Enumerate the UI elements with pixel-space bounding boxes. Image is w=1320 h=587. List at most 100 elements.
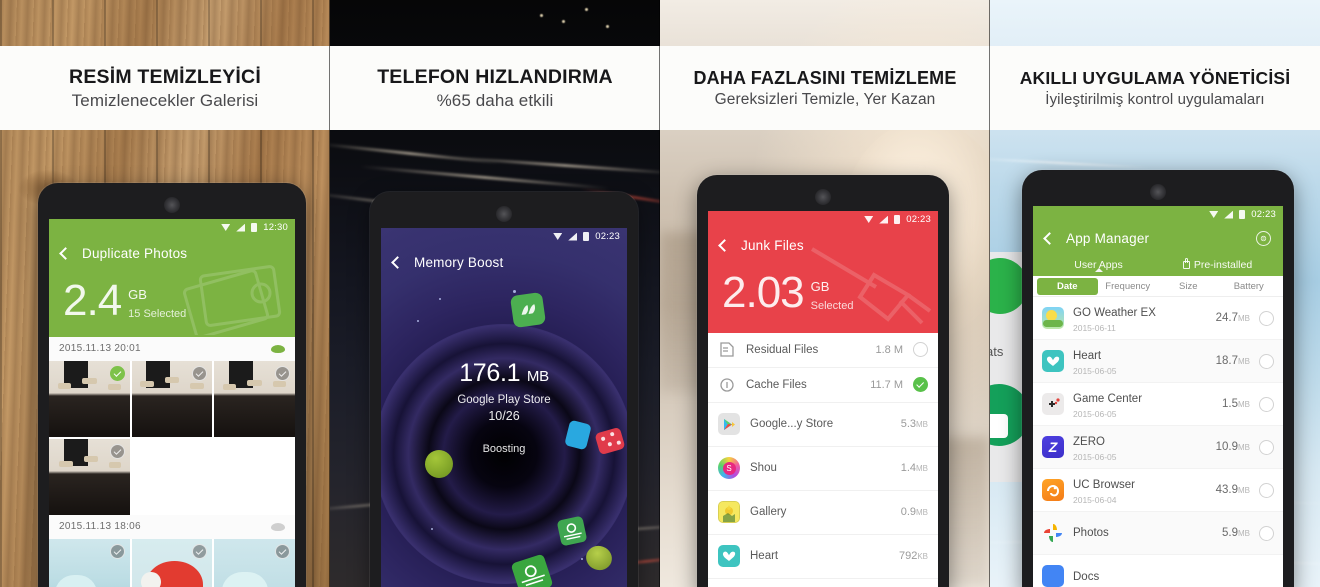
- photo-group-header[interactable]: 2015.11.13 20:01: [49, 336, 295, 361]
- filter-frequency[interactable]: Frequency: [1098, 281, 1159, 292]
- tab-label: User Apps: [1074, 258, 1123, 271]
- app-select-checkbox[interactable]: [1259, 482, 1274, 498]
- lock-icon: [1182, 257, 1190, 269]
- app-list-row[interactable]: Z ZERO 2015-06-05 10.9MB: [1033, 426, 1283, 469]
- app-select-checkbox[interactable]: [1259, 396, 1274, 412]
- app-size-unit: MB: [916, 464, 928, 473]
- headline-subtitle: İyileştirilmiş kontrol uygulamaları: [1045, 91, 1265, 108]
- app-select-checkbox[interactable]: [1259, 439, 1274, 455]
- battery-icon: [251, 223, 258, 232]
- junk-app-row[interactable]: S Shou 1.4MB: [708, 446, 938, 491]
- cache-files-icon: [718, 376, 736, 394]
- junk-app-row[interactable]: Gallery 0.9MB: [708, 490, 938, 535]
- wifi-icon: [221, 224, 231, 231]
- google-play-store-icon: [718, 413, 740, 435]
- boost-current-app: Google Play Store: [457, 394, 551, 407]
- app-install-date: 2015-06-05: [1073, 452, 1117, 462]
- hero-number: 2.4: [63, 276, 122, 325]
- app-select-checkbox[interactable]: [1259, 353, 1274, 369]
- category-checkbox[interactable]: [913, 342, 928, 357]
- filter-size[interactable]: Size: [1158, 281, 1219, 292]
- photo-checkbox[interactable]: [274, 543, 290, 559]
- app-size-unit: KB: [917, 552, 928, 561]
- app-select-checkbox[interactable]: [1259, 310, 1274, 326]
- group-date: 2015.11.13 20:01: [59, 343, 141, 354]
- filter-battery[interactable]: Battery: [1219, 281, 1280, 292]
- app-list-row[interactable]: UC Browser 2015-06-04 43.9MB: [1033, 469, 1283, 512]
- panel-telefon-hizlandirma: TELEFON HIZLANDIRMA %65 daha etkili 176.…: [330, 0, 660, 587]
- headline-subtitle: Temizlenecekler Galerisi: [71, 90, 259, 110]
- phone-speaker-icon: [815, 189, 831, 205]
- phone-screen: 176.1 MB Google Play Store 10/26 Boostin…: [381, 228, 627, 587]
- photo-checkbox-checked[interactable]: [109, 365, 125, 381]
- app-list-row-partial[interactable]: Docs: [1033, 555, 1283, 587]
- boost-status-label: Boosting: [482, 443, 526, 456]
- headline-subtitle: Gereksizleri Temizle, Yer Kazan: [714, 90, 936, 108]
- status-time: 02:23: [906, 214, 931, 225]
- photo-checkbox[interactable]: [109, 543, 125, 559]
- memory-boost-screen: 176.1 MB Google Play Store 10/26 Boostin…: [381, 228, 627, 587]
- heart-app-icon: [1042, 350, 1064, 372]
- app-name: Photos: [1073, 527, 1109, 539]
- category-size: 11.7 M: [870, 378, 903, 391]
- photo-thumbnail[interactable]: [49, 438, 130, 515]
- tab-pre-installed[interactable]: Pre-installed: [1158, 257, 1277, 271]
- photo-thumbnail[interactable]: [131, 538, 213, 587]
- photo-checkbox[interactable]: [192, 543, 208, 559]
- heart-app-icon: [718, 545, 740, 567]
- app-size-unit: MB: [916, 420, 928, 429]
- photo-thumbnail[interactable]: [214, 538, 295, 587]
- app-install-date: 2015-06-04: [1073, 495, 1117, 505]
- photo-checkbox[interactable]: [274, 365, 290, 381]
- photo-group-header[interactable]: 2015.11.13 18:06: [49, 514, 295, 539]
- group-visibility-icon[interactable]: [271, 522, 285, 531]
- photo-thumbnail[interactable]: [49, 360, 130, 437]
- photo-thumbnail[interactable]: [131, 360, 213, 437]
- app-size-unit: MB: [1238, 314, 1250, 323]
- app-size: 43.9: [1215, 484, 1238, 496]
- app-size: 5.9: [1222, 527, 1238, 539]
- junk-category-row[interactable]: Cache Files 11.7 M: [708, 367, 938, 403]
- junk-app-row[interactable]: Google...y Store 5.3MB: [708, 402, 938, 447]
- app-name: Gallery: [750, 506, 787, 518]
- junk-app-row[interactable]: Heart 792KB: [708, 534, 938, 579]
- app-size: 1.4: [900, 462, 916, 474]
- tab-user-apps[interactable]: User Apps: [1039, 259, 1158, 271]
- headline-title: DAHA FAZLASINI TEMİZLEME: [693, 67, 957, 88]
- back-chevron-icon[interactable]: [391, 255, 404, 269]
- app-list-row[interactable]: GO Weather EX 2015-06-11 24.7MB: [1033, 297, 1283, 340]
- app-list-row[interactable]: Photos 5.9MB: [1033, 512, 1283, 555]
- app-size: 792: [898, 550, 918, 562]
- settings-overflow-icon[interactable]: ⊜: [1256, 230, 1271, 246]
- tab-label: Pre-installed: [1193, 258, 1253, 271]
- app-select-checkbox[interactable]: [1259, 525, 1274, 541]
- group-visibility-icon[interactable]: [271, 344, 285, 353]
- app-size: 0.9: [900, 506, 916, 518]
- app-name: UC Browser: [1073, 479, 1135, 491]
- junk-category-row[interactable]: Residual Files 1.8 M: [708, 332, 938, 368]
- back-chevron-icon[interactable]: [59, 246, 72, 260]
- signal-icon: [568, 232, 578, 241]
- app-bar: Junk Files: [708, 228, 938, 262]
- app-size: 10.9: [1215, 441, 1238, 453]
- app-size: 18.7: [1215, 355, 1238, 367]
- hero-summary: 2.4 GB 15 Selected: [49, 264, 295, 337]
- category-checkbox-checked[interactable]: [913, 377, 928, 392]
- photo-checkbox[interactable]: [192, 365, 208, 381]
- app-list-row[interactable]: Heart 2015-06-05 18.7MB: [1033, 340, 1283, 383]
- photo-checkbox[interactable]: [109, 443, 125, 459]
- junk-app-row-partial[interactable]: [708, 578, 938, 587]
- hero-summary: 2.03 GB Selected: [708, 246, 938, 333]
- app-list-row[interactable]: Game Center 2015-06-05 1.5MB: [1033, 383, 1283, 426]
- photo-thumbnail[interactable]: [49, 538, 130, 587]
- filter-date[interactable]: Date: [1037, 277, 1098, 295]
- photo-thumbnail[interactable]: [214, 360, 295, 437]
- hero-unit: GB: [128, 287, 147, 302]
- app-size: 1.5: [1222, 398, 1238, 410]
- wifi-icon: [864, 216, 874, 223]
- back-chevron-icon[interactable]: [1043, 231, 1056, 245]
- app-bar: App Manager ⊜: [1033, 223, 1283, 253]
- back-chevron-icon[interactable]: [718, 238, 731, 252]
- boost-unit: MB: [526, 368, 549, 386]
- wifi-icon: [1209, 211, 1219, 218]
